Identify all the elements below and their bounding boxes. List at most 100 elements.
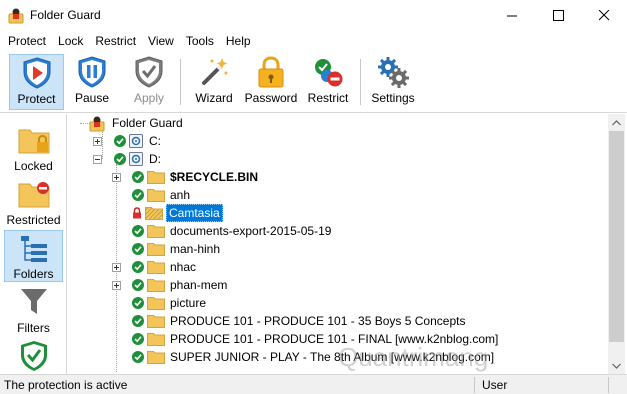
window-title: Folder Guard xyxy=(30,8,101,22)
expand-toggle[interactable] xyxy=(112,173,121,182)
status-divider xyxy=(474,377,475,393)
tree-folder-item[interactable]: phan-mem xyxy=(132,276,229,294)
shield-play-icon xyxy=(19,55,55,91)
locked-folder-icon xyxy=(18,124,50,156)
expand-toggle[interactable] xyxy=(112,263,121,272)
nav-filters[interactable]: Filters xyxy=(4,284,63,336)
wizard-label: Wizard xyxy=(195,91,233,105)
tree-folder-label: PRODUCE 101 - PRODUCE 101 - 35 Boys 5 Co… xyxy=(170,314,466,328)
check-icon xyxy=(132,243,144,255)
check-icon xyxy=(114,153,126,165)
check-icon xyxy=(132,171,144,183)
tree-drive-c[interactable]: C: xyxy=(114,132,163,150)
folder-icon xyxy=(145,207,163,220)
password-button[interactable]: Password xyxy=(244,54,298,110)
shield-check-icon xyxy=(131,54,167,90)
menu-protect[interactable]: Protect xyxy=(2,31,52,51)
folder-tree-icon xyxy=(18,233,50,264)
shield-pause-icon xyxy=(74,54,110,90)
tree-folder-item[interactable]: $RECYCLE.BIN xyxy=(132,168,260,186)
chevron-down-icon xyxy=(612,363,621,369)
folder-icon xyxy=(147,333,165,346)
menu-restrict[interactable]: Restrict xyxy=(89,31,142,51)
settings-label: Settings xyxy=(371,91,415,105)
folder-icon xyxy=(147,261,165,274)
menu-view[interactable]: View xyxy=(142,31,180,51)
funnel-icon xyxy=(18,286,50,318)
status-bar: The protection is active User xyxy=(0,374,627,394)
folder-icon xyxy=(147,315,165,328)
pause-button[interactable]: Pause xyxy=(66,54,118,110)
tree-folder-item[interactable]: picture xyxy=(132,294,208,312)
check-icon xyxy=(132,279,144,291)
apply-button[interactable]: Apply xyxy=(122,54,176,110)
tree-folder-label: anh xyxy=(170,188,191,202)
title-bar: Folder Guard xyxy=(0,0,627,31)
folder-tree[interactable]: Folder Guard C: D: $RECYCLE.BIN anh Camtas… xyxy=(68,114,627,374)
tree-folder-item[interactable]: nhac xyxy=(132,258,198,276)
protect-button[interactable]: Protect xyxy=(9,54,64,110)
menu-tools[interactable]: Tools xyxy=(180,31,220,51)
close-button[interactable] xyxy=(581,0,627,31)
maximize-button[interactable] xyxy=(535,0,581,31)
vertical-scrollbar[interactable] xyxy=(608,114,625,374)
scroll-up-button[interactable] xyxy=(608,114,625,131)
tree-root[interactable]: Folder Guard xyxy=(88,114,185,132)
check-icon xyxy=(132,225,144,237)
scroll-down-button[interactable] xyxy=(608,357,625,374)
tree-folder-label: $RECYCLE.BIN xyxy=(170,170,259,184)
menu-bar: Protect Lock Restrict View Tools Help xyxy=(0,31,627,51)
settings-button[interactable]: Settings xyxy=(368,54,418,110)
nav-locked[interactable]: Locked xyxy=(4,122,63,174)
tree-folder-item[interactable]: man-hinh xyxy=(132,240,222,258)
tree-drive-d[interactable]: D: xyxy=(114,150,163,168)
nav-trusted[interactable] xyxy=(4,338,63,374)
nav-restricted[interactable]: Restricted xyxy=(4,176,63,228)
tree-folder-label: documents-export-2015-05-19 xyxy=(170,224,332,238)
tree-folder-item[interactable]: anh xyxy=(132,186,192,204)
chevron-up-icon xyxy=(612,119,621,125)
minimize-icon xyxy=(506,15,517,17)
toolbar-separator xyxy=(360,59,361,105)
wizard-button[interactable]: Wizard xyxy=(190,54,238,110)
menu-help[interactable]: Help xyxy=(220,31,257,51)
restrict-label: Restrict xyxy=(307,91,349,105)
minimize-button[interactable] xyxy=(489,0,535,31)
restrict-button[interactable]: Restrict xyxy=(304,54,352,110)
tree-folder-label: man-hinh xyxy=(170,242,221,256)
expand-toggle[interactable] xyxy=(112,281,121,290)
app-icon xyxy=(89,116,105,131)
menu-lock[interactable]: Lock xyxy=(52,31,89,51)
gears-icon xyxy=(375,54,411,90)
folder-icon xyxy=(147,279,165,292)
tree-folder-item[interactable]: Camtasia xyxy=(132,204,223,222)
watermark: Quantrimang xyxy=(338,342,489,372)
scroll-thumb[interactable] xyxy=(609,131,624,342)
nav-locked-label: Locked xyxy=(14,159,53,173)
tree-drive-d-label: D: xyxy=(149,152,161,166)
app-icon xyxy=(8,7,24,24)
restricted-folder-icon xyxy=(18,178,50,210)
shield-check-icon xyxy=(18,340,50,372)
pause-label: Pause xyxy=(74,91,110,105)
collapse-toggle[interactable] xyxy=(93,155,102,164)
tree-folder-item[interactable]: documents-export-2015-05-19 xyxy=(132,222,333,240)
nav-folders[interactable]: Folders xyxy=(4,230,63,282)
folder-icon xyxy=(147,225,165,238)
tree-folder-label: picture xyxy=(170,296,207,310)
check-block-icon xyxy=(310,54,346,90)
tree-folder-item[interactable]: PRODUCE 101 - PRODUCE 101 - 35 Boys 5 Co… xyxy=(132,312,467,330)
lock-icon xyxy=(133,207,141,219)
check-icon xyxy=(132,261,144,273)
drive-icon xyxy=(129,152,143,166)
tree-drive-c-label: C: xyxy=(149,134,161,148)
check-icon xyxy=(132,315,144,327)
expand-toggle[interactable] xyxy=(93,137,102,146)
nav-restricted-label: Restricted xyxy=(6,213,61,227)
check-icon xyxy=(114,135,126,147)
tree-guide xyxy=(102,132,103,159)
toolbar-separator xyxy=(180,59,181,105)
status-user: User xyxy=(482,378,508,392)
folder-icon xyxy=(147,189,165,202)
status-text: The protection is active xyxy=(4,378,128,392)
